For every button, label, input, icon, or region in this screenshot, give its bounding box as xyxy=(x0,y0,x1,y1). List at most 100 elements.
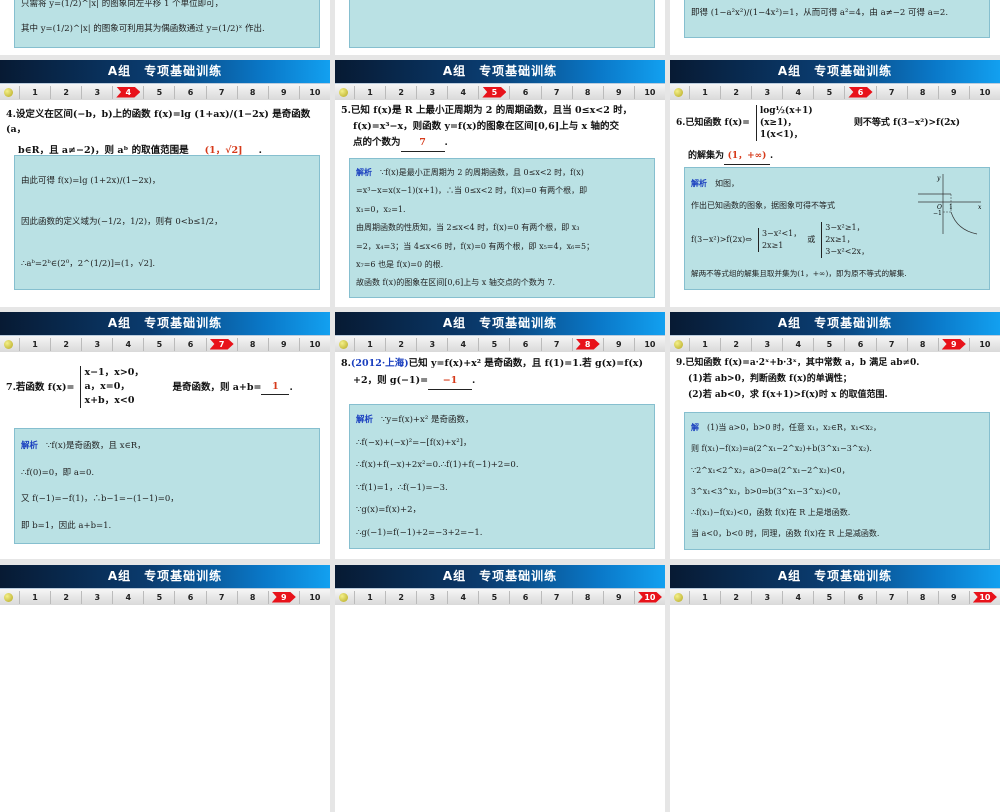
home-dot-icon[interactable] xyxy=(674,592,683,602)
nav-item-3[interactable]: 3 xyxy=(416,337,447,351)
home-dot-icon[interactable] xyxy=(339,339,348,349)
nav-item-7[interactable]: 7 xyxy=(540,337,572,351)
nav-item-5[interactable]: 5 xyxy=(478,85,509,99)
nav-item-7[interactable]: 7 xyxy=(875,590,907,604)
nav-item-9[interactable]: 9 xyxy=(937,85,969,99)
nav-item-1[interactable]: 1 xyxy=(354,85,385,99)
nav-item-4[interactable]: 4 xyxy=(447,85,478,99)
nav-item-2[interactable]: 2 xyxy=(720,590,751,604)
slide-question-6[interactable]: A组 专项基础训练 1 2 3 4 5 6 7 8 9 10 6.已知函数 f(x)= log½(x… xyxy=(670,60,1000,307)
nav-item-2[interactable]: 2 xyxy=(385,590,416,604)
nav-item-3[interactable]: 3 xyxy=(751,590,782,604)
nav-item-9[interactable]: 9 xyxy=(602,337,634,351)
nav-item-4[interactable]: 4 xyxy=(782,590,813,604)
nav-item-5[interactable]: 5 xyxy=(478,590,509,604)
nav-item-4[interactable]: 4 xyxy=(782,85,813,99)
nav-item-9[interactable]: 9 xyxy=(602,85,634,99)
slide-partial-middle[interactable] xyxy=(335,0,665,55)
nav-item-1[interactable]: 1 xyxy=(689,590,720,604)
nav-item-9[interactable]: 9 xyxy=(267,85,299,99)
nav-item-3[interactable]: 3 xyxy=(416,85,447,99)
nav-item-5[interactable]: 5 xyxy=(143,337,174,351)
nav-item-5[interactable]: 5 xyxy=(813,337,844,351)
nav-item-7[interactable]: 7 xyxy=(205,85,237,99)
nav-item-10[interactable]: 10 xyxy=(968,590,1000,604)
nav-item-2[interactable]: 2 xyxy=(50,337,81,351)
nav-item-5[interactable]: 5 xyxy=(813,85,844,99)
home-dot-icon[interactable] xyxy=(4,592,13,602)
nav-item-4[interactable]: 4 xyxy=(112,337,143,351)
nav-item-3[interactable]: 3 xyxy=(81,85,112,99)
home-dot-icon[interactable] xyxy=(674,339,683,349)
nav-item-7[interactable]: 7 xyxy=(540,590,572,604)
nav-item-4[interactable]: 4 xyxy=(782,337,813,351)
nav-item-6[interactable]: 6 xyxy=(174,337,205,351)
home-dot-icon[interactable] xyxy=(674,87,683,97)
nav-item-7[interactable]: 7 xyxy=(875,337,907,351)
slide-question-10-thumb[interactable]: A组 专项基础训练 1 2 3 4 5 6 7 8 9 10 xyxy=(335,565,665,812)
nav-item-10[interactable]: 10 xyxy=(633,337,665,351)
nav-item-10[interactable]: 10 xyxy=(298,85,330,99)
nav-item-10[interactable]: 10 xyxy=(633,590,665,604)
nav-item-7[interactable]: 7 xyxy=(540,85,572,99)
slide-question-9[interactable]: A组 专项基础训练 1 2 3 4 5 6 7 8 9 10 9.已知函数 f(x)=a·2ˣ+b… xyxy=(670,312,1000,559)
nav-item-10[interactable]: 10 xyxy=(968,337,1000,351)
nav-item-5[interactable]: 5 xyxy=(813,590,844,604)
slide-question-7[interactable]: A组 专项基础训练 1 2 3 4 5 6 7 8 9 10 7.若函数 f(x)= x−1，x>… xyxy=(0,312,330,559)
slide-partial-left[interactable]: 只需将 y=(1/2)^|x| 的图象向左平移 1 个单位即可， 其中 y=(1… xyxy=(0,0,330,55)
nav-item-4[interactable]: 4 xyxy=(112,590,143,604)
nav-item-9[interactable]: 9 xyxy=(937,337,969,351)
nav-item-3[interactable]: 3 xyxy=(751,337,782,351)
nav-item-8[interactable]: 8 xyxy=(906,85,938,99)
slide-question-5[interactable]: A组 专项基础训练 1 2 3 4 5 6 7 8 9 10 5.已知 f(x)是 R 上最小正周… xyxy=(335,60,665,307)
nav-item-6[interactable]: 6 xyxy=(509,85,540,99)
home-dot-icon[interactable] xyxy=(339,87,348,97)
nav-item-8[interactable]: 8 xyxy=(571,85,603,99)
nav-item-10[interactable]: 10 xyxy=(298,337,330,351)
nav-item-6[interactable]: 6 xyxy=(174,590,205,604)
nav-item-2[interactable]: 2 xyxy=(720,337,751,351)
nav-item-9[interactable]: 9 xyxy=(267,337,299,351)
nav-item-5[interactable]: 5 xyxy=(478,337,509,351)
nav-item-10[interactable]: 10 xyxy=(633,85,665,99)
nav-item-3[interactable]: 3 xyxy=(81,337,112,351)
nav-item-4[interactable]: 4 xyxy=(112,85,143,99)
nav-item-1[interactable]: 1 xyxy=(19,337,50,351)
nav-item-2[interactable]: 2 xyxy=(385,85,416,99)
home-dot-icon[interactable] xyxy=(4,87,13,97)
nav-item-9[interactable]: 9 xyxy=(602,590,634,604)
nav-item-8[interactable]: 8 xyxy=(571,337,603,351)
nav-item-6[interactable]: 6 xyxy=(844,337,875,351)
nav-item-9[interactable]: 9 xyxy=(267,590,299,604)
nav-item-8[interactable]: 8 xyxy=(571,590,603,604)
nav-item-1[interactable]: 1 xyxy=(354,590,385,604)
nav-item-7[interactable]: 7 xyxy=(205,590,237,604)
nav-item-6[interactable]: 6 xyxy=(844,590,875,604)
nav-item-5[interactable]: 5 xyxy=(143,590,174,604)
nav-item-2[interactable]: 2 xyxy=(385,337,416,351)
nav-item-6[interactable]: 6 xyxy=(174,85,205,99)
nav-item-1[interactable]: 1 xyxy=(19,85,50,99)
nav-item-2[interactable]: 2 xyxy=(720,85,751,99)
nav-item-1[interactable]: 1 xyxy=(689,337,720,351)
nav-item-7[interactable]: 7 xyxy=(205,337,237,351)
slide-question-10b-thumb[interactable]: A组 专项基础训练 1 2 3 4 5 6 7 8 9 10 xyxy=(670,565,1000,812)
nav-item-2[interactable]: 2 xyxy=(50,85,81,99)
slide-question-9-thumb[interactable]: A组 专项基础训练 1 2 3 4 5 6 7 8 9 10 xyxy=(0,565,330,812)
nav-item-1[interactable]: 1 xyxy=(19,590,50,604)
nav-item-4[interactable]: 4 xyxy=(447,590,478,604)
nav-item-9[interactable]: 9 xyxy=(937,590,969,604)
nav-item-6[interactable]: 6 xyxy=(844,85,875,99)
nav-item-2[interactable]: 2 xyxy=(50,590,81,604)
nav-item-8[interactable]: 8 xyxy=(236,85,268,99)
home-dot-icon[interactable] xyxy=(4,339,13,349)
nav-item-10[interactable]: 10 xyxy=(298,590,330,604)
slide-partial-right[interactable]: 即得 (1−a²x²)/(1−4x²)=1，从而可得 a²=4，由 a≠−2 可… xyxy=(670,0,1000,55)
nav-item-5[interactable]: 5 xyxy=(143,85,174,99)
nav-item-3[interactable]: 3 xyxy=(751,85,782,99)
nav-item-1[interactable]: 1 xyxy=(354,337,385,351)
nav-item-6[interactable]: 6 xyxy=(509,337,540,351)
nav-item-6[interactable]: 6 xyxy=(509,590,540,604)
nav-item-3[interactable]: 3 xyxy=(81,590,112,604)
nav-item-8[interactable]: 8 xyxy=(906,337,938,351)
